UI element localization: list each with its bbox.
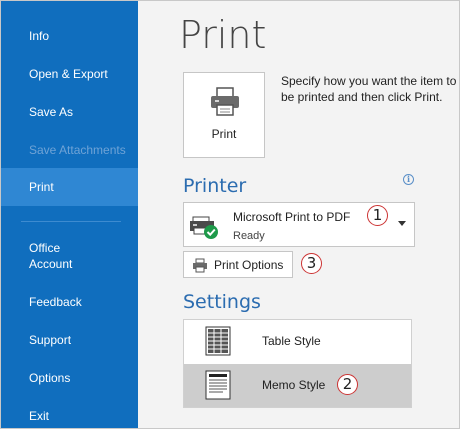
sidebar-item-options[interactable]: Options	[1, 370, 138, 386]
memo-style-icon	[205, 370, 231, 400]
print-button[interactable]: Print	[183, 72, 265, 158]
sidebar-item-feedback[interactable]: Feedback	[1, 294, 138, 310]
sidebar-item-print[interactable]: Print	[1, 168, 138, 206]
sidebar-item-save-as[interactable]: Save As	[1, 104, 138, 120]
table-style-icon	[205, 326, 231, 356]
print-options-icon	[193, 258, 207, 273]
annotation-badge-3: 3	[301, 253, 322, 274]
printer-ready-icon	[190, 216, 218, 239]
print-main-panel: Print Print Specify how you want the ite…	[138, 1, 459, 428]
sidebar-item-label: Print	[29, 180, 54, 194]
print-description: Specify how you want the item to be prin…	[281, 74, 457, 104]
sidebar-item-info[interactable]: Info	[1, 28, 138, 44]
annotation-badge-2: 2	[337, 374, 358, 395]
sidebar-divider	[21, 221, 121, 222]
info-icon[interactable]: i	[403, 174, 414, 185]
sidebar-item-office-account[interactable]: Office Account	[1, 240, 138, 272]
print-button-label: Print	[211, 127, 237, 141]
style-item-label: Memo Style	[262, 378, 326, 392]
sidebar-item-support[interactable]: Support	[1, 332, 138, 348]
settings-section-title: Settings	[183, 291, 261, 313]
outlook-print-backstage: Info Open & Export Save As Save Attachme…	[0, 0, 460, 429]
style-item-table[interactable]: Table Style	[184, 320, 411, 363]
style-item-label: Table Style	[262, 334, 321, 348]
style-item-memo[interactable]: Memo Style	[184, 364, 411, 407]
page-title: Print	[179, 13, 267, 57]
printer-name: Microsoft Print to PDF	[233, 210, 351, 224]
printer-section-title: Printer	[183, 175, 247, 197]
sidebar-item-open-export[interactable]: Open & Export	[1, 66, 138, 82]
backstage-sidebar: Info Open & Export Save As Save Attachme…	[1, 1, 138, 428]
printer-status: Ready	[233, 230, 265, 242]
style-list: Table Style Memo Style	[183, 319, 412, 408]
chevron-down-icon	[398, 221, 406, 226]
annotation-badge-1: 1	[367, 205, 388, 226]
sidebar-item-save-attachments: Save Attachments	[29, 143, 126, 157]
sidebar-item-exit[interactable]: Exit	[1, 408, 138, 424]
printer-icon	[211, 87, 239, 116]
print-options-label: Print Options	[214, 258, 284, 272]
print-options-button[interactable]: Print Options	[183, 251, 293, 278]
